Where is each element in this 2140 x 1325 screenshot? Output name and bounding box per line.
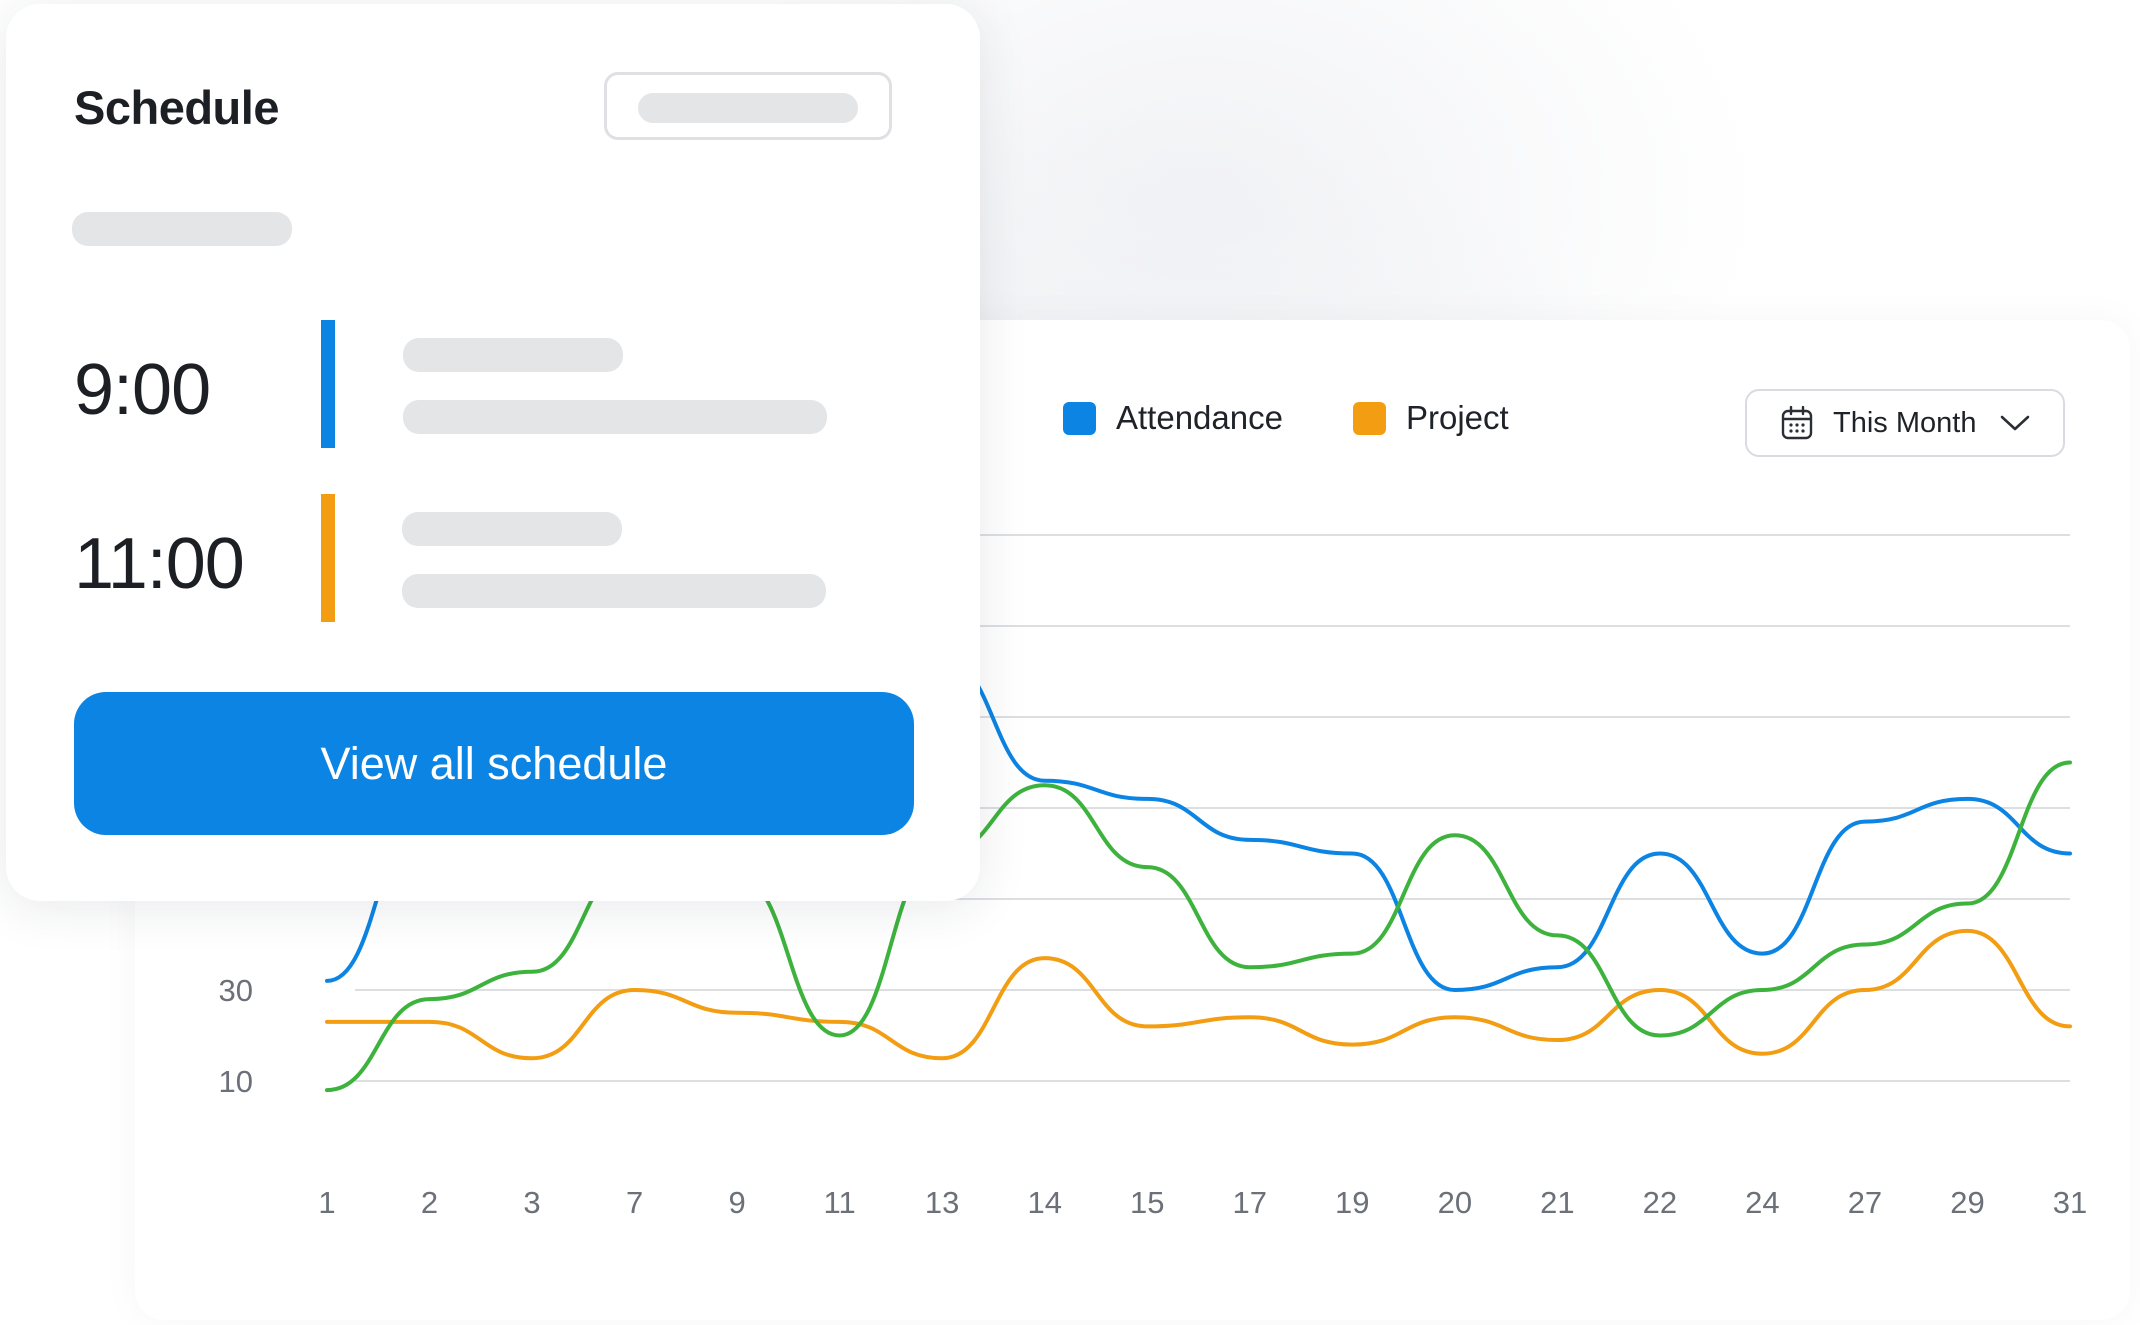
legend-label-project: Project (1406, 399, 1509, 436)
x-tick-label: 14 (1027, 1185, 1061, 1220)
x-tick-label: 7 (626, 1185, 643, 1220)
calendar-icon (1781, 406, 1813, 440)
schedule-subtitle-placeholder (72, 212, 292, 246)
x-tick-label: 29 (1950, 1185, 1984, 1220)
x-tick-label: 27 (1848, 1185, 1882, 1220)
x-tick-label: 1 (318, 1185, 335, 1220)
legend-swatch-project (1353, 401, 1386, 435)
series-line-project (325, 928, 2072, 1061)
filter-placeholder (638, 93, 858, 123)
x-tick-label: 15 (1130, 1185, 1164, 1220)
view-all-schedule-button[interactable]: View all schedule (74, 692, 914, 835)
y-tick-label: 10 (219, 1064, 253, 1099)
period-select-label: This Month (1833, 406, 1977, 439)
x-tick-label: 9 (728, 1185, 745, 1220)
x-tick-label: 31 (2053, 1185, 2087, 1220)
chevron-down-icon (2001, 415, 2030, 431)
slot-accent-bar (321, 494, 335, 622)
slot-time: 11:00 (74, 524, 245, 604)
legend-item-project[interactable]: Project (1353, 398, 1509, 438)
slot-time: 9:00 (74, 350, 211, 430)
x-tick-label: 20 (1438, 1185, 1472, 1220)
schedule-title: Schedule (74, 81, 279, 134)
slot-detail-placeholder (403, 400, 827, 434)
x-tick-label: 13 (925, 1185, 959, 1220)
legend-label-attendance: Attendance (1116, 399, 1283, 436)
x-tick-label: 11 (824, 1185, 856, 1220)
x-tick-label: 17 (1233, 1185, 1267, 1220)
slot-detail-placeholder (402, 574, 826, 608)
slot-title-placeholder (402, 512, 622, 546)
x-tick-label: 19 (1335, 1185, 1369, 1220)
x-tick-label: 3 (523, 1185, 540, 1220)
x-tick-label: 24 (1745, 1185, 1779, 1220)
schedule-filter-button[interactable] (604, 72, 892, 140)
x-tick-label: 2 (421, 1185, 438, 1220)
schedule-card: Schedule 9:00 11:00 View all schedule (6, 4, 980, 901)
x-tick-label: 22 (1643, 1185, 1677, 1220)
legend-swatch-attendance (1063, 401, 1096, 435)
y-tick-label: 30 (219, 973, 253, 1008)
period-select[interactable]: This Month (1745, 389, 2065, 457)
slot-accent-bar (321, 320, 335, 448)
legend-item-attendance[interactable]: Attendance (1063, 398, 1283, 438)
x-tick-label: 21 (1540, 1185, 1574, 1220)
slot-title-placeholder (403, 338, 623, 372)
